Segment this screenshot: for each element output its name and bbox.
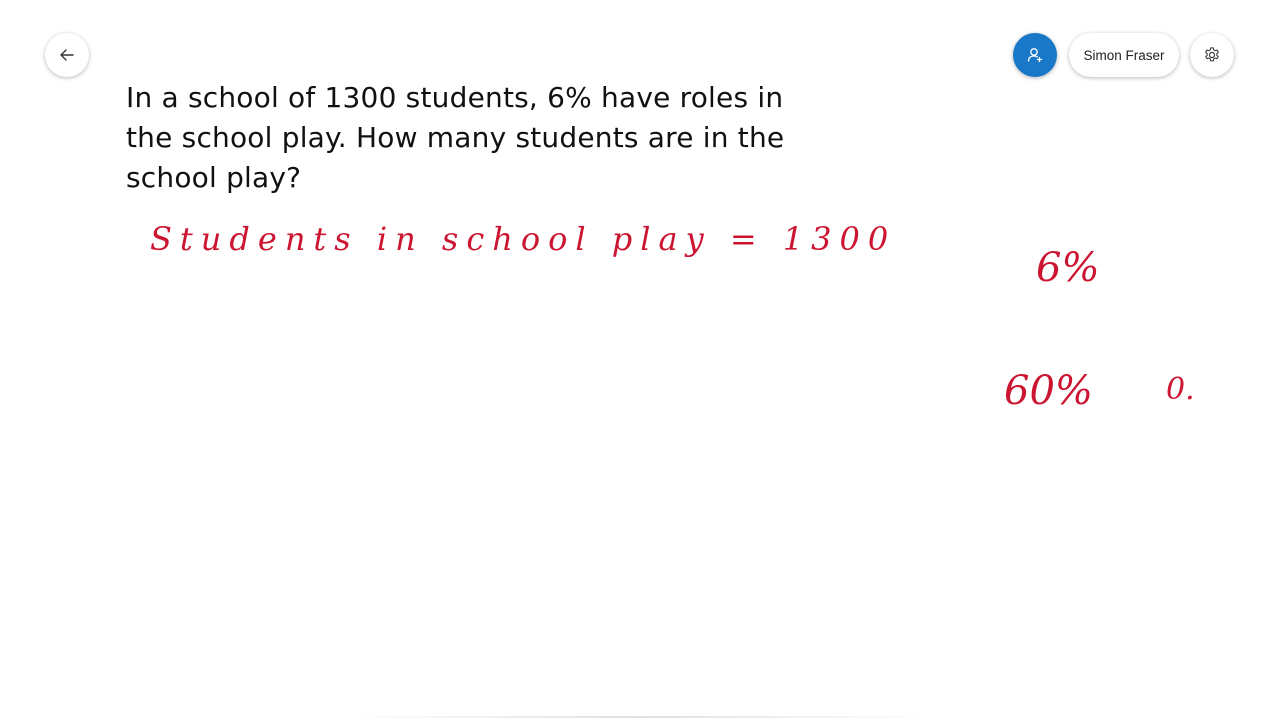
- bottom-divider: [345, 716, 935, 718]
- ink-zero-dot: 0.: [1166, 372, 1195, 407]
- settings-button[interactable]: [1190, 33, 1234, 77]
- ink-equation: Students in school play = 1300: [150, 220, 897, 258]
- user-account-button[interactable]: Simon Fraser: [1069, 33, 1179, 77]
- back-button[interactable]: [45, 33, 89, 77]
- person-add-icon: [1026, 46, 1044, 64]
- user-name: Simon Fraser: [1083, 47, 1165, 63]
- gear-icon: [1203, 46, 1221, 64]
- problem-statement: In a school of 1300 students, 6% have ro…: [126, 78, 846, 198]
- ink-sixty-percent: 60%: [1004, 368, 1093, 414]
- problem-line: school play?: [126, 161, 302, 194]
- ink-six-percent: 6%: [1036, 245, 1100, 291]
- problem-line: the school play. How many students are i…: [126, 121, 785, 154]
- arrow-left-icon: [58, 46, 76, 64]
- invite-button[interactable]: [1013, 33, 1057, 77]
- problem-line: In a school of 1300 students, 6% have ro…: [126, 81, 784, 114]
